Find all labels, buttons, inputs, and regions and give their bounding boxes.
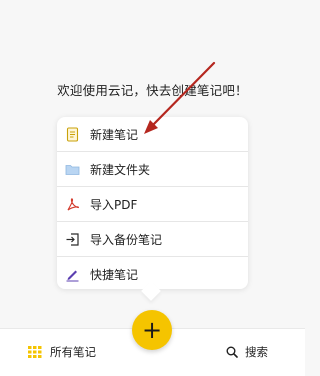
menu-item-import-backup[interactable]: 导入备份笔记 xyxy=(57,222,248,256)
menu-item-new-folder[interactable]: 新建文件夹 xyxy=(57,152,248,186)
pen-icon xyxy=(66,270,79,282)
import-backup-icon xyxy=(66,233,79,246)
menu-item-label: 导入备份笔记 xyxy=(90,233,163,247)
menu-item-import-pdf[interactable]: 导入PDF xyxy=(57,187,248,221)
welcome-message: 欢迎使用云记，快去创建笔记吧！ xyxy=(57,83,248,98)
search-label: 搜索 xyxy=(245,345,268,359)
create-menu: 新建笔记 新建文件夹 导入PDF 导入备份笔记 快捷笔记 xyxy=(57,117,248,289)
app-screen: 欢迎使用云记，快去创建笔记吧！ 新建笔记 新建文件夹 导入PDF 导入备份笔记 … xyxy=(0,0,305,376)
menu-item-new-note[interactable]: 新建笔记 xyxy=(57,117,248,151)
add-button[interactable]: + xyxy=(132,310,172,350)
all-notes-label: 所有笔记 xyxy=(50,345,96,359)
menu-item-label: 新建文件夹 xyxy=(90,163,151,177)
menu-item-label: 新建笔记 xyxy=(90,128,139,142)
menu-item-label: 快捷笔记 xyxy=(90,268,139,282)
menu-item-label: 导入PDF xyxy=(90,198,138,212)
search-tab[interactable]: 搜索 xyxy=(226,342,268,362)
folder-icon xyxy=(65,165,80,175)
all-notes-tab[interactable]: 所有笔记 xyxy=(28,342,96,362)
note-icon xyxy=(66,127,79,142)
pdf-icon xyxy=(67,198,80,211)
grid-icon xyxy=(28,346,42,358)
search-icon xyxy=(226,346,238,358)
